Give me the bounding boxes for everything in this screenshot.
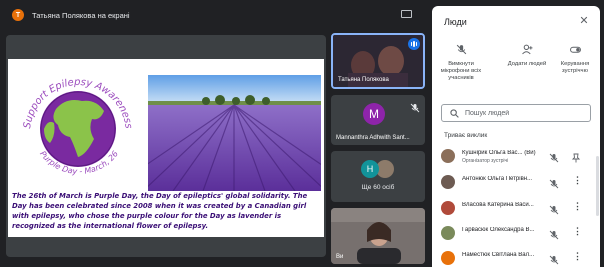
avatar xyxy=(441,251,455,265)
scrollbar[interactable] xyxy=(596,156,599,216)
avatar xyxy=(441,149,455,163)
participant-name: Mannanthra Adhwith Sant... xyxy=(336,135,410,141)
person-role: Організатор зустрічі xyxy=(462,158,509,164)
mic-off-icon xyxy=(549,252,559,265)
search-input[interactable] xyxy=(465,109,585,117)
speaking-indicator-icon xyxy=(408,38,420,50)
more-options-icon[interactable]: ⋮ xyxy=(573,175,582,185)
presentation-area: Support Epilepsy Awareness Purple Day - … xyxy=(6,35,326,257)
panel-title: Люди xyxy=(444,17,467,27)
list-item[interactable]: Антонюк Ольга Петрівн... ⋮ xyxy=(432,172,600,194)
participant-avatar: H xyxy=(361,160,379,178)
lavender-field-photo xyxy=(148,75,321,191)
person-name: Антонюк Ольга Петрівн... xyxy=(462,176,533,182)
add-people-label: Додати людей xyxy=(507,61,547,67)
more-participants-count: Ще 60 осіб xyxy=(361,184,395,191)
presenter-name: Татьяна Полякова xyxy=(338,77,389,83)
list-item[interactable]: Власова Катерина Васи... ⋮ xyxy=(432,198,600,220)
presentation-topbar: Т Татьяна Полякова на екрані xyxy=(0,0,430,30)
self-view-tile[interactable]: Ви xyxy=(331,208,425,264)
presenting-title: Татьяна Полякова на екрані xyxy=(32,10,130,20)
minimize-presentation-icon[interactable] xyxy=(401,10,412,18)
avatar xyxy=(441,201,455,215)
more-participants-tile[interactable]: H Ще 60 осіб xyxy=(331,151,425,202)
person-name: Кушнірик Ольга Вас... (Ви) xyxy=(462,150,536,156)
list-item[interactable]: Кушнірик Ольга Вас... (Ви) Організатор з… xyxy=(432,146,600,168)
mic-off-icon xyxy=(549,176,559,189)
search-icon xyxy=(450,108,459,118)
presenter-tile[interactable]: Татьяна Полякова xyxy=(331,33,425,89)
self-video xyxy=(331,208,425,264)
mic-off-icon xyxy=(549,202,559,215)
search-box[interactable] xyxy=(441,104,591,122)
mic-off-icon xyxy=(549,227,559,240)
list-item[interactable]: Гарвасюк Олександра В... ⋮ xyxy=(432,223,600,245)
avatar xyxy=(441,226,455,240)
add-people-button[interactable]: Додати людей xyxy=(502,44,552,68)
add-person-icon xyxy=(502,44,552,58)
slide: Support Epilepsy Awareness Purple Day - … xyxy=(8,59,324,237)
person-name: Власова Катерина Васи... xyxy=(462,202,534,208)
meeting-controls-button[interactable]: Керування зустріччю xyxy=(550,44,600,75)
person-name: Наместюк Світлана Вал... xyxy=(462,252,535,258)
more-options-icon[interactable]: ⋮ xyxy=(573,226,582,236)
more-options-icon[interactable]: ⋮ xyxy=(573,201,582,211)
pin-icon[interactable] xyxy=(571,150,581,163)
mic-off-icon xyxy=(549,150,559,163)
more-options-icon[interactable]: ⋮ xyxy=(573,251,582,261)
slide-body-text: The 26th of March is Purple Day, the Day… xyxy=(12,192,308,230)
meet-window: Т Татьяна Полякова на екрані Support Epi… xyxy=(0,0,604,267)
self-label: Ви xyxy=(336,254,344,260)
mic-off-icon xyxy=(410,100,420,113)
mute-all-label: Вимкнути мікрофони всіх учасників xyxy=(440,61,482,81)
avatar xyxy=(441,175,455,189)
participant-avatar: M xyxy=(363,103,385,125)
people-panel: Люди ✕ Вимкнути мікрофони всіх учасників… xyxy=(432,6,600,267)
mic-off-icon xyxy=(436,44,486,58)
participant-tile-m[interactable]: M Mannanthra Adhwith Sant... xyxy=(331,95,425,145)
close-icon[interactable]: ✕ xyxy=(578,15,590,27)
purple-day-logo: Support Epilepsy Awareness Purple Day - … xyxy=(8,59,148,189)
meeting-controls-label: Керування зустріччю xyxy=(560,61,590,74)
list-item[interactable]: Наместюк Світлана Вал... ⋮ xyxy=(432,248,600,267)
presenter-avatar: Т xyxy=(12,9,24,21)
in-call-section-label: Триває виклик xyxy=(444,132,488,139)
person-name: Гарвасюк Олександра В... xyxy=(462,227,535,233)
mute-all-button[interactable]: Вимкнути мікрофони всіх учасників xyxy=(436,44,486,82)
toggle-icon xyxy=(550,44,600,58)
